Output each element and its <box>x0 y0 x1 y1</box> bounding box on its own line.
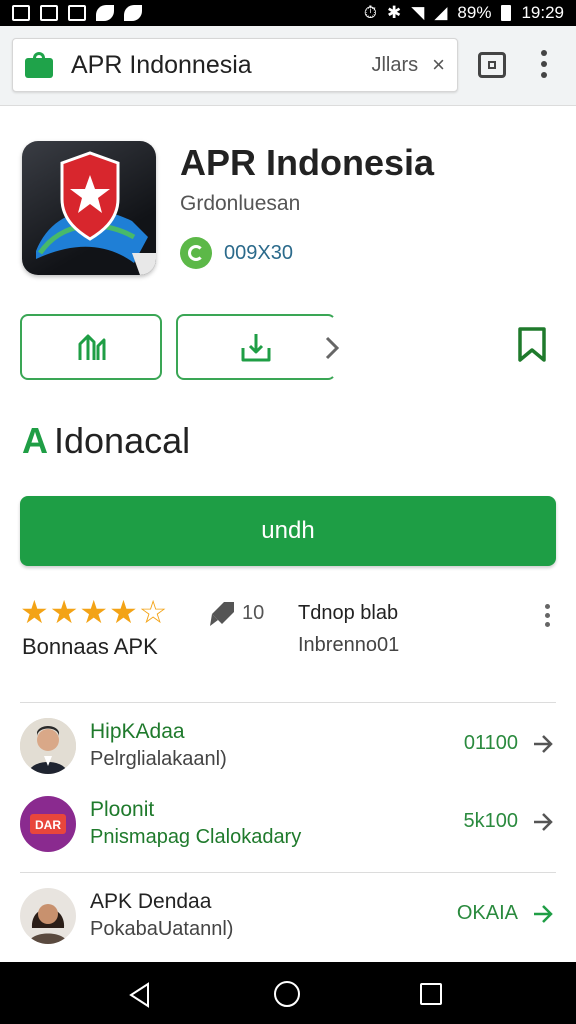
bluetooth-icon: ✱ <box>387 3 402 22</box>
avatar <box>20 888 76 944</box>
share-icon <box>78 334 106 360</box>
list-item-subtitle: Pnismapag Clalokadary <box>90 826 302 848</box>
app-developer[interactable]: Grdonluesan <box>180 192 300 216</box>
rating-stars: ★ ★ ★ ★ ☆ <box>20 596 167 628</box>
list-item-value: OKAIA <box>456 902 518 924</box>
arrow-right-icon[interactable] <box>532 730 554 758</box>
more-options-button[interactable] <box>545 604 550 627</box>
person-avatar-icon <box>20 718 76 774</box>
download-button[interactable] <box>176 314 336 380</box>
battery-icon <box>501 5 512 21</box>
clock: 19:29 <box>521 3 564 22</box>
system-navigation-bar <box>0 962 576 1024</box>
tag-icon <box>210 602 234 626</box>
list-item[interactable]: HipKAdaa Pelrglialakaanl) 01100 <box>0 718 576 788</box>
list-item-value: 5k100 <box>463 810 519 832</box>
list-item-title: APK Dendaa <box>90 890 212 913</box>
person-avatar-icon <box>20 888 76 944</box>
list-item[interactable]: DAR Ploonit Pnismapag Clalokadary 5k100 <box>0 796 576 866</box>
tab-switcher-button[interactable] <box>478 52 506 78</box>
arrow-right-icon[interactable] <box>532 900 554 928</box>
list-item-title: Ploonit <box>90 798 155 821</box>
recents-icon[interactable] <box>420 983 442 1005</box>
avatar <box>20 718 76 774</box>
rating-label: Bonnaas APK <box>22 634 158 659</box>
address-bar[interactable]: APR Indonnesia Jllars × <box>12 38 458 92</box>
refresh-badge-icon <box>180 237 212 269</box>
star-filled-icon: ★ <box>79 594 109 630</box>
back-icon[interactable] <box>128 982 152 1008</box>
info-subtitle: Inbrenno01 <box>298 634 400 656</box>
avatar: DAR <box>20 796 76 852</box>
status-bar: ⏱ ✱ ◥ ◢ 89% 19:29 <box>0 0 576 26</box>
list-item-subtitle: PokabaUatannl) <box>90 918 234 940</box>
leaf-notification-icon <box>124 5 142 21</box>
badge-value: 009X30 <box>224 241 293 264</box>
list-item-title: HipKAdaa <box>90 720 185 743</box>
tab-icon <box>488 61 496 69</box>
section-title: Idonacal <box>54 420 191 461</box>
section-letter: A <box>22 420 48 461</box>
address-bar-suffix: Jllars <box>371 53 419 76</box>
app-badge: 009X30 <box>180 237 293 269</box>
app-title: APR Indonesia <box>180 142 435 183</box>
app-logo-icon: DAR <box>20 796 76 852</box>
star-filled-icon: ★ <box>20 594 49 630</box>
app-notification-icon <box>96 5 114 21</box>
bookmark-icon[interactable] <box>516 326 548 364</box>
wifi-icon: ◥ <box>411 3 425 22</box>
star-empty-icon: ☆ <box>138 594 168 630</box>
list-item-value: 01100 <box>463 732 518 754</box>
signal-icon: ◢ <box>434 3 448 22</box>
section-heading: A Idonacal <box>22 420 190 462</box>
divider <box>20 702 556 703</box>
battery-percent: 89% <box>457 3 492 22</box>
alarm-icon: ⏱ <box>363 3 378 22</box>
share-button[interactable] <box>20 314 162 380</box>
download-icon <box>241 334 271 362</box>
chevron-right-icon[interactable] <box>322 334 342 362</box>
divider <box>20 872 556 873</box>
clear-url-icon[interactable]: × <box>432 52 445 78</box>
image-notification-icon <box>40 5 58 21</box>
app-icon <box>22 141 156 275</box>
address-bar-text[interactable]: APR Indonnesia <box>71 51 371 80</box>
list-item-subtitle: Pelrglialakaanl) <box>90 748 227 770</box>
chart-notification-icon <box>68 5 86 21</box>
tag-count: 10 <box>242 602 265 624</box>
home-icon[interactable] <box>274 981 300 1007</box>
arrow-right-icon[interactable] <box>532 808 554 836</box>
star-filled-icon: ★ <box>109 594 138 630</box>
info-title: Tdnop blab <box>298 602 399 624</box>
gallery-notification-icon <box>12 5 30 21</box>
browser-toolbar: APR Indonnesia Jllars × <box>0 26 576 106</box>
play-store-bag-icon <box>25 52 53 78</box>
star-filled-icon: ★ <box>49 594 79 630</box>
list-item[interactable]: APK Dendaa PokabaUatannl) OKAIA <box>0 888 576 958</box>
shield-star-logo <box>36 151 156 275</box>
install-button[interactable]: undh <box>20 496 556 566</box>
svg-text:DAR: DAR <box>35 818 61 832</box>
browser-menu-button[interactable] <box>540 50 548 78</box>
